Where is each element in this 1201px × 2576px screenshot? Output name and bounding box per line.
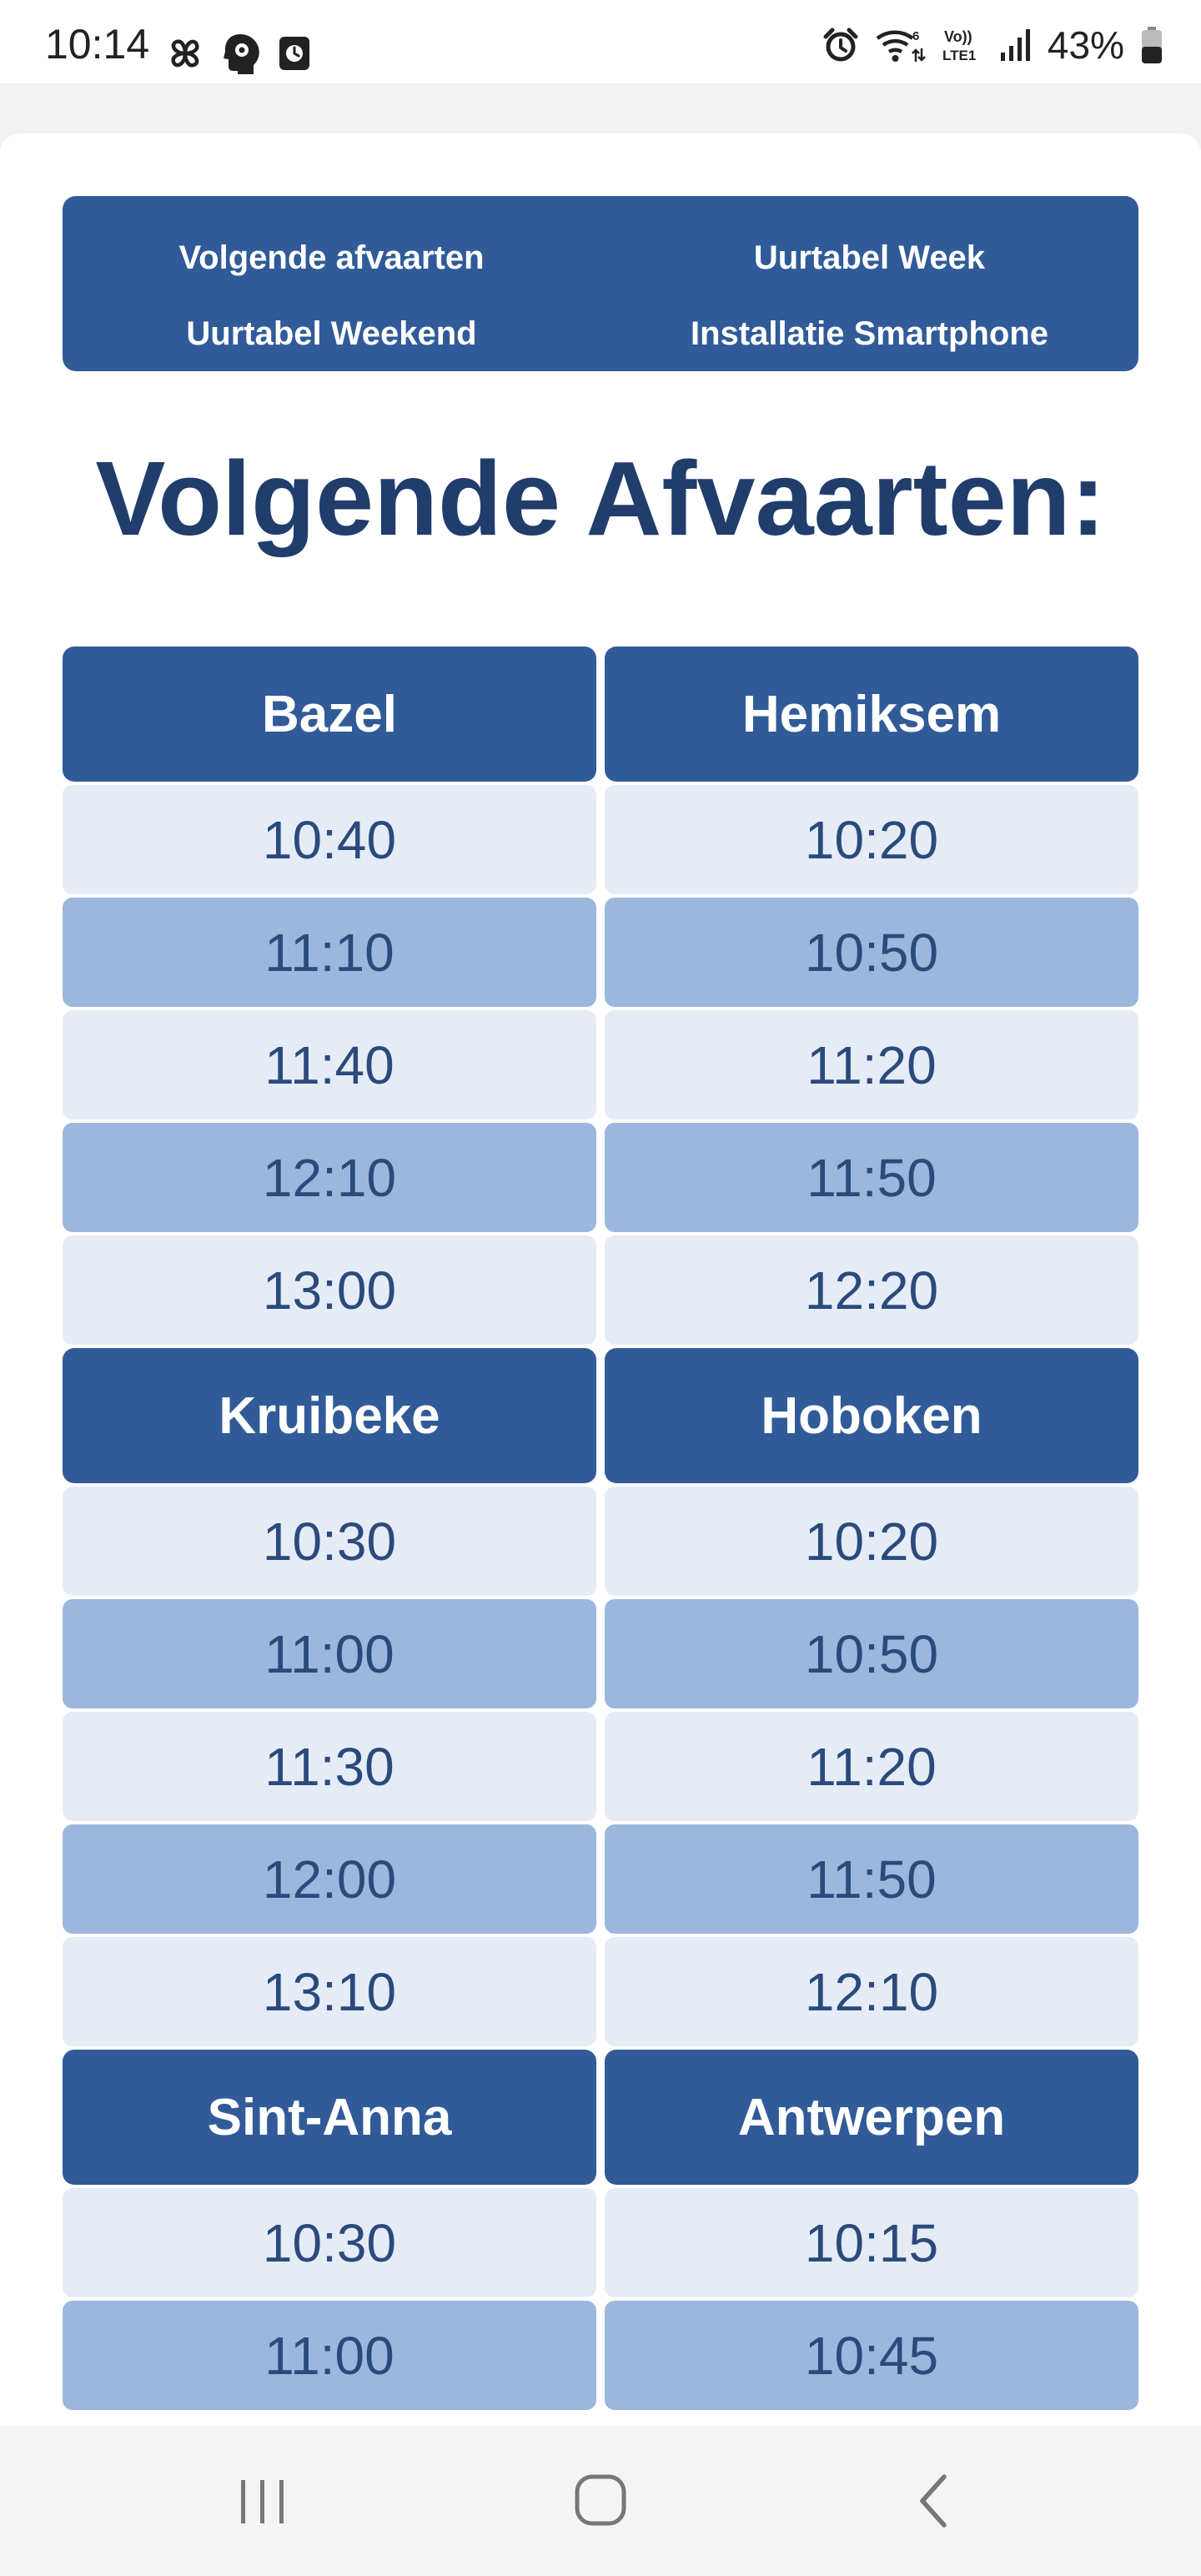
- status-time: 10:14: [45, 21, 150, 68]
- svg-text:LTE1: LTE1: [942, 48, 976, 63]
- status-bar: 10:14 6 Vo)) LTE1 43%: [0, 0, 1201, 83]
- departure-time: 11:00: [63, 1599, 596, 1708]
- departure-time: 11:20: [605, 1712, 1138, 1821]
- back-icon: [920, 2474, 947, 2528]
- page-content: Volgende afvaarten Uurtabel Week Uurtabe…: [0, 133, 1201, 2428]
- departure-time: 10:45: [605, 2301, 1138, 2410]
- departure-time: 11:50: [605, 1824, 1138, 1934]
- departures-timetable: Bazel 10:40 11:10 11:40 12:10 13:00 Hemiksem 10…: [63, 647, 1138, 2413]
- station-header: Kruibeke: [63, 1348, 596, 1483]
- departure-time: 12:10: [605, 1937, 1138, 2046]
- nav-link-volgende-afvaarten[interactable]: Volgende afvaarten: [63, 241, 600, 274]
- battery-icon: [1142, 27, 1162, 63]
- departure-time: 10:15: [605, 2188, 1138, 2297]
- departure-time: 10:50: [605, 898, 1138, 1007]
- station-column: Sint-Anna 10:30 11:00: [63, 2050, 596, 2413]
- wifi-6-icon: 6: [876, 29, 926, 62]
- station-column: Kruibeke 10:30 11:00 11:30 12:00 13:10: [63, 1348, 596, 2050]
- station-column: Hoboken 10:20 10:50 11:20 11:50 12:10: [605, 1348, 1138, 2050]
- departure-time: 11:30: [63, 1712, 596, 1821]
- departure-time: 11:10: [63, 898, 596, 1007]
- departure-time: 11:40: [63, 1010, 596, 1119]
- station-header: Hoboken: [605, 1348, 1138, 1483]
- station-column: Antwerpen 10:15 10:45: [605, 2050, 1138, 2413]
- departure-time: 10:20: [605, 1487, 1138, 1596]
- departure-time: 11:20: [605, 1010, 1138, 1119]
- nav-menu: Volgende afvaarten Uurtabel Week Uurtabe…: [63, 196, 1138, 371]
- departure-time: 10:40: [63, 785, 596, 894]
- departure-time: 13:10: [63, 1937, 596, 2046]
- departure-time: 12:10: [63, 1123, 596, 1232]
- departure-time: 11:00: [63, 2301, 596, 2410]
- nav-link-installatie-smartphone[interactable]: Installatie Smartphone: [600, 317, 1138, 350]
- home-button[interactable]: [559, 2463, 642, 2538]
- station-header: Sint-Anna: [63, 2050, 596, 2185]
- station-header: Hemiksem: [605, 647, 1138, 782]
- volte-lte1-icon: Vo)) LTE1: [942, 28, 976, 63]
- station-column: Hemiksem 10:20 10:50 11:20 11:50 12:20: [605, 647, 1138, 1348]
- departure-time: 10:30: [63, 1487, 596, 1596]
- system-nav-bar: [0, 2426, 1201, 2576]
- station-header: Antwerpen: [605, 2050, 1138, 2185]
- recent-apps-button[interactable]: [221, 2463, 304, 2538]
- back-button[interactable]: [892, 2463, 976, 2538]
- departure-time: 10:30: [63, 2188, 596, 2297]
- departure-time: 12:20: [605, 1235, 1138, 1345]
- recent-apps-icon: [241, 2480, 284, 2523]
- departure-time: 10:20: [605, 785, 1138, 894]
- head-gear-icon: [224, 34, 259, 74]
- nav-link-uurtabel-week[interactable]: Uurtabel Week: [600, 241, 1138, 274]
- status-right-icons: 6 Vo)) LTE1 43%: [822, 25, 1164, 65]
- departure-time: 12:00: [63, 1824, 596, 1934]
- svg-text:6: 6: [912, 29, 919, 43]
- clock-app-icon: [279, 37, 309, 70]
- alarm-icon: [823, 28, 858, 62]
- home-icon: [575, 2474, 626, 2526]
- svg-text:Vo)): Vo)): [944, 28, 972, 45]
- battery-percent: 43%: [1047, 23, 1124, 67]
- departure-time: 13:00: [63, 1235, 596, 1345]
- page-title: Volgende Afvaarten:: [95, 440, 1106, 557]
- station-column: Bazel 10:40 11:10 11:40 12:10 13:00: [63, 647, 596, 1348]
- station-header: Bazel: [63, 647, 596, 782]
- status-left-icons: [163, 32, 312, 75]
- departure-time: 10:50: [605, 1599, 1138, 1708]
- departure-time: 11:50: [605, 1123, 1138, 1232]
- signal-icon: [1000, 29, 1030, 61]
- nav-link-uurtabel-weekend[interactable]: Uurtabel Weekend: [63, 317, 600, 350]
- pinwheel-icon: [171, 39, 199, 68]
